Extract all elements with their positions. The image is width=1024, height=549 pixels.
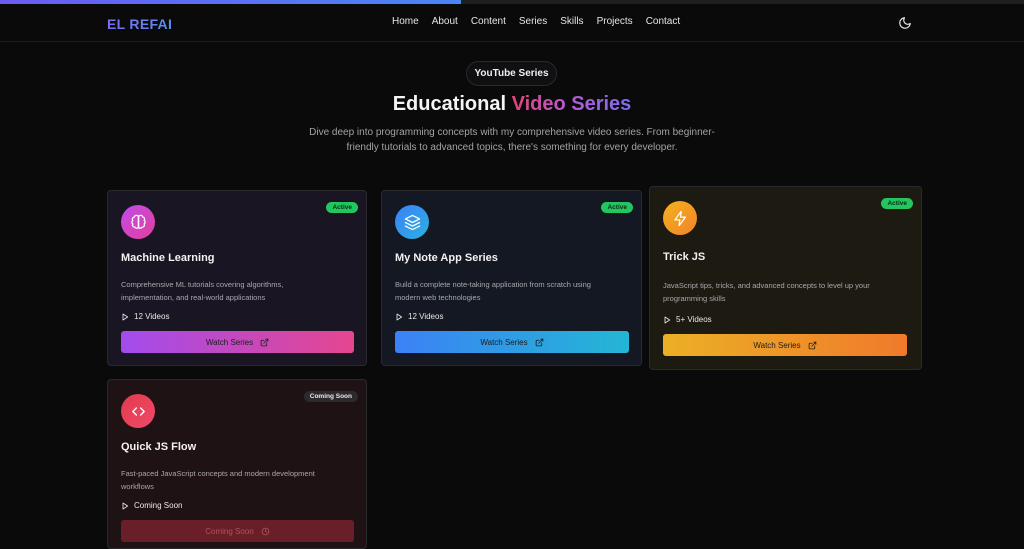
external-link-icon	[808, 341, 816, 349]
play-icon	[396, 313, 403, 320]
series-card-machine-learning: Active Machine Learning Comprehensive ML…	[107, 190, 367, 366]
series-title: Trick JS	[663, 251, 706, 263]
series-card-note-app: Active My Note App Series Build a comple…	[381, 190, 642, 366]
series-icon-badge	[395, 205, 429, 239]
nav-link-about[interactable]: About	[432, 16, 458, 27]
video-count-label: 12 Videos	[408, 312, 444, 321]
watch-series-button[interactable]: Watch Series	[121, 331, 354, 353]
nav-link-projects[interactable]: Projects	[597, 16, 633, 27]
layers-icon	[404, 214, 420, 230]
watch-series-label: Watch Series	[480, 337, 528, 347]
status-badge: Active	[881, 198, 913, 209]
play-icon	[122, 313, 129, 320]
series-description: Comprehensive ML tutorials covering algo…	[121, 280, 284, 302]
site-header: EL REFAI Home About Content Series Skill…	[0, 4, 1024, 42]
series-description: JavaScript tips, tricks, and advanced co…	[663, 281, 870, 303]
video-count: Coming Soon	[121, 501, 182, 510]
title-accent: Video Series	[511, 93, 632, 115]
status-badge: Active	[601, 202, 633, 213]
main-nav: Home About Content Series Skills Project…	[392, 16, 680, 27]
site-logo[interactable]: EL REFAI	[107, 16, 172, 32]
video-count-label: Coming Soon	[134, 501, 183, 510]
code-icon	[131, 406, 145, 416]
section-title: Educational Video Series	[0, 93, 1024, 116]
clock-icon	[261, 527, 270, 535]
watch-series-label: Watch Series	[753, 340, 801, 350]
series-description: Build a complete note-taking application…	[395, 280, 591, 302]
external-link-icon	[535, 338, 543, 346]
watch-series-label: Watch Series	[205, 337, 254, 347]
video-count: 12 Videos	[395, 312, 443, 321]
nav-link-skills[interactable]: Skills	[560, 16, 583, 27]
moon-icon	[899, 17, 911, 29]
video-count: 12 Videos	[121, 312, 169, 321]
watch-series-button[interactable]: Watch Series	[395, 331, 629, 353]
coming-soon-label: Coming Soon	[205, 526, 254, 536]
coming-soon-button: Coming Soon	[121, 520, 354, 542]
play-icon	[122, 502, 129, 509]
lightning-icon	[673, 210, 686, 226]
status-badge: Active	[326, 202, 358, 213]
series-card-quick-js-flow: Coming Soon Quick JS Flow Fast-paced Jav…	[107, 379, 367, 549]
video-count-label: 5+ Videos	[676, 315, 712, 324]
series-title: My Note App Series	[395, 252, 498, 264]
series-title: Machine Learning	[121, 252, 215, 264]
brain-icon	[130, 214, 146, 229]
section-subtitle: Dive deep into programming concepts with…	[309, 127, 715, 153]
section-pill: YouTube Series	[466, 61, 557, 86]
watch-series-button[interactable]: Watch Series	[663, 334, 907, 356]
series-icon-badge	[121, 394, 155, 428]
nav-link-content[interactable]: Content	[471, 16, 506, 27]
play-icon	[664, 316, 671, 323]
series-title: Quick JS Flow	[121, 441, 197, 453]
nav-link-home[interactable]: Home	[392, 16, 419, 27]
series-icon-badge	[121, 205, 155, 239]
nav-link-contact[interactable]: Contact	[646, 16, 680, 27]
status-badge: Coming Soon	[303, 391, 358, 402]
external-link-icon	[260, 338, 269, 346]
series-card-trick-js: Active Trick JS JavaScript tips, tricks,…	[649, 186, 922, 370]
video-count: 5+ Videos	[663, 315, 712, 324]
title-main: Educational	[392, 93, 507, 115]
series-icon-badge	[663, 201, 697, 235]
theme-toggle-button[interactable]	[898, 16, 912, 30]
series-description: Fast-paced JavaScript concepts and moder…	[121, 469, 315, 491]
nav-link-series[interactable]: Series	[519, 16, 547, 27]
video-count-label: 12 Videos	[134, 312, 170, 321]
